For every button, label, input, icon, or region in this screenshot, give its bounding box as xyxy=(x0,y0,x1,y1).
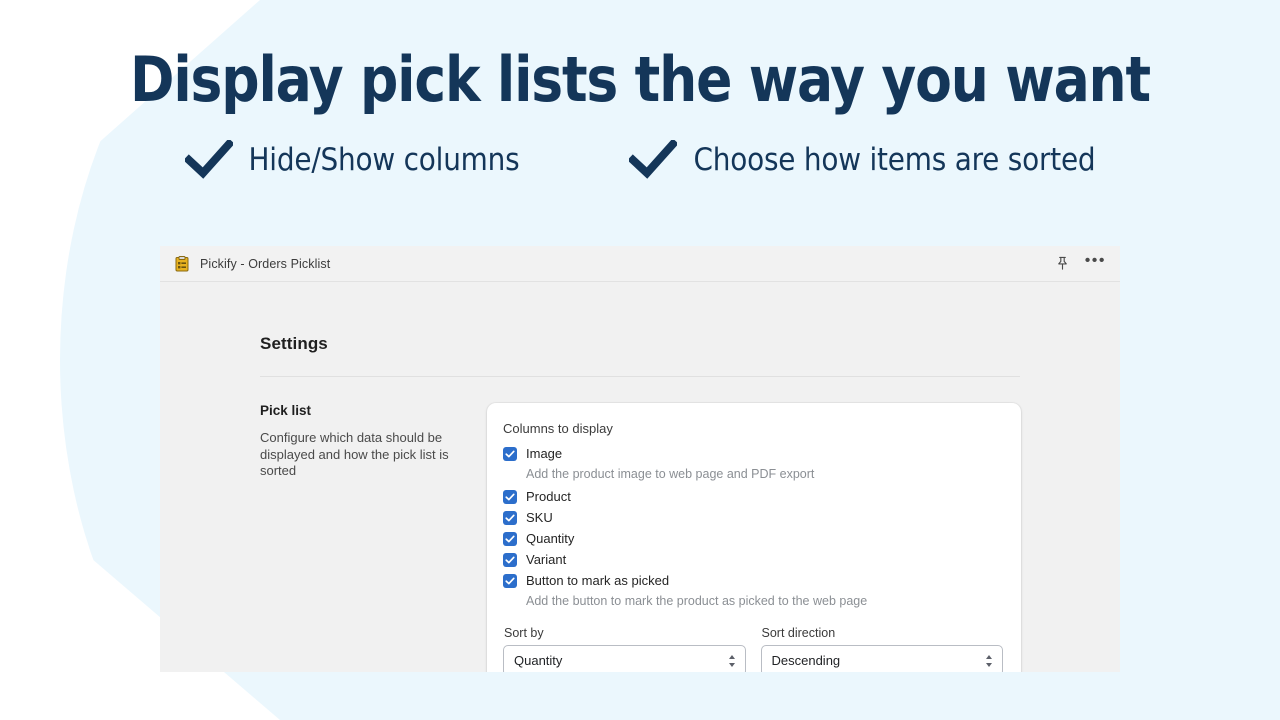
checkmark-icon xyxy=(505,555,515,565)
checkbox-sku[interactable] xyxy=(503,511,517,525)
app-content: Settings Pick list Configure which data … xyxy=(160,282,1120,672)
checkbox-help-mark-as-picked: Add the button to mark the product as pi… xyxy=(526,594,1003,608)
sort-by-select[interactable]: Quantity xyxy=(503,645,746,672)
sort-direction-select[interactable]: Descending xyxy=(761,645,1004,672)
check-icon xyxy=(185,140,233,180)
sort-direction-label: Sort direction xyxy=(762,626,1004,640)
sort-direction-group: Sort direction Descending xyxy=(761,626,1004,672)
checkbox-row-product[interactable]: Product xyxy=(503,489,1003,504)
pin-icon[interactable] xyxy=(1055,256,1070,271)
chevron-updown-icon xyxy=(985,654,993,668)
pick-list-settings-card: Columns to display Image Add the product… xyxy=(487,403,1021,672)
checkbox-label-mark-as-picked: Button to mark as picked xyxy=(526,573,669,588)
app-bar-right-group: ••• xyxy=(1055,256,1106,272)
checkbox-label-sku: SKU xyxy=(526,510,553,525)
more-options-icon[interactable]: ••• xyxy=(1085,256,1106,272)
section-description: Configure which data should be displayed… xyxy=(260,430,475,480)
checkbox-row-quantity[interactable]: Quantity xyxy=(503,531,1003,546)
checkbox-row-variant[interactable]: Variant xyxy=(503,552,1003,567)
checkbox-mark-as-picked[interactable] xyxy=(503,574,517,588)
page-title: Display pick lists the way you want xyxy=(26,0,1255,114)
checkbox-row-image[interactable]: Image xyxy=(503,446,1003,461)
screenshot-stage: Display pick lists the way you want Hide… xyxy=(0,0,1280,720)
section-title: Pick list xyxy=(260,403,475,418)
checkbox-help-image: Add the product image to web page and PD… xyxy=(526,467,1003,481)
checkmark-icon xyxy=(505,492,515,502)
clipboard-icon xyxy=(174,256,190,272)
check-icon xyxy=(629,140,677,180)
checkmark-icon xyxy=(505,449,515,459)
app-window: Pickify - Orders Picklist ••• Settings P… xyxy=(160,246,1120,672)
checkbox-label-variant: Variant xyxy=(526,552,566,567)
sort-direction-value: Descending xyxy=(772,653,841,668)
sort-by-value: Quantity xyxy=(514,653,562,668)
checkbox-quantity[interactable] xyxy=(503,532,517,546)
hero-bullet-list: Hide/Show columns Choose how items are s… xyxy=(0,140,1280,180)
hero-bullet-label: Choose how items are sorted xyxy=(693,142,1095,178)
settings-description-column: Pick list Configure which data should be… xyxy=(260,403,487,480)
checkmark-icon xyxy=(505,534,515,544)
hero-bullet-item: Choose how items are sorted xyxy=(629,140,1095,180)
app-bar-left-group: Pickify - Orders Picklist xyxy=(174,256,1055,272)
checkbox-label-image: Image xyxy=(526,446,562,461)
sort-by-label: Sort by xyxy=(504,626,746,640)
checkbox-label-product: Product xyxy=(526,489,571,504)
checkbox-image[interactable] xyxy=(503,447,517,461)
checkbox-row-sku[interactable]: SKU xyxy=(503,510,1003,525)
settings-row: Pick list Configure which data should be… xyxy=(160,377,1120,672)
checkbox-label-quantity: Quantity xyxy=(526,531,574,546)
app-bar-title: Pickify - Orders Picklist xyxy=(200,257,330,271)
sort-by-group: Sort by Quantity xyxy=(503,626,746,672)
chevron-updown-icon xyxy=(728,654,736,668)
columns-to-display-label: Columns to display xyxy=(503,421,1003,436)
hero-bullet-item: Hide/Show columns xyxy=(185,140,520,180)
checkbox-variant[interactable] xyxy=(503,553,517,567)
sort-controls: Sort by Quantity Sort direction xyxy=(503,626,1003,672)
hero-bullet-label: Hide/Show columns xyxy=(249,142,520,178)
hero-section: Display pick lists the way you want Hide… xyxy=(0,0,1280,180)
checkbox-row-mark-as-picked[interactable]: Button to mark as picked xyxy=(503,573,1003,588)
app-title-bar: Pickify - Orders Picklist ••• xyxy=(160,246,1120,282)
checkbox-product[interactable] xyxy=(503,490,517,504)
checkmark-icon xyxy=(505,576,515,586)
checkmark-icon xyxy=(505,513,515,523)
settings-heading: Settings xyxy=(160,282,1120,354)
